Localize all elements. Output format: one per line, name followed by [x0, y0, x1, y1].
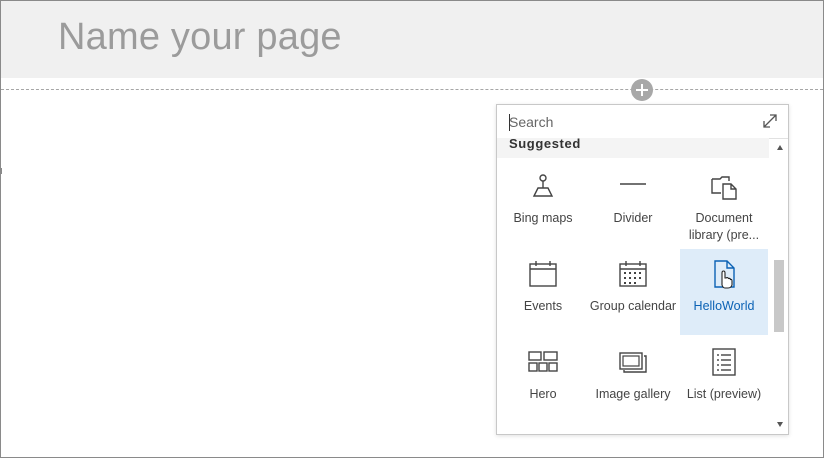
webpart-toolbox: Suggested Bing maps Divider Document lib…: [496, 104, 789, 435]
calendar-icon: [529, 261, 557, 287]
tile-list[interactable]: List (preview): [680, 337, 768, 423]
section-divider: [1, 89, 823, 90]
search-input[interactable]: [505, 111, 753, 133]
page-title[interactable]: Name your page: [58, 16, 342, 59]
scroll-up-icon[interactable]: [777, 145, 783, 150]
divider-icon: [620, 183, 646, 185]
tile-bing-maps[interactable]: Bing maps: [499, 161, 587, 247]
map-pin-icon: [532, 174, 554, 197]
left-edge-marker: [0, 168, 2, 174]
tile-group-calendar[interactable]: Group calendar: [589, 249, 677, 335]
group-calendar-icon: [619, 261, 647, 287]
text-caret: [509, 114, 510, 131]
tile-divider[interactable]: Divider: [589, 161, 677, 247]
tile-helloworld[interactable]: HelloWorld: [680, 249, 768, 335]
list-icon: [712, 348, 736, 376]
tile-label: Bing maps: [513, 211, 573, 225]
tile-label: List (preview): [686, 387, 762, 401]
add-section-icon[interactable]: [631, 79, 653, 101]
tile-hero[interactable]: Hero: [499, 337, 587, 423]
tile-document-library[interactable]: Document library (pre...: [680, 161, 768, 247]
tile-label: Events: [523, 299, 563, 313]
search-row: [497, 105, 788, 139]
tile-label: Divider: [613, 211, 653, 225]
document-icon: [714, 260, 735, 289]
tile-label: HelloWorld: [693, 299, 755, 313]
tile-image-gallery[interactable]: Image gallery: [589, 337, 677, 423]
image-gallery-icon: [619, 352, 647, 373]
scrollbar-thumb[interactable]: [774, 260, 784, 332]
tile-label: Image gallery: [595, 387, 671, 401]
tile-events[interactable]: Events: [499, 249, 587, 335]
tile-label: Group calendar: [589, 299, 677, 313]
tile-label: Hero: [529, 387, 557, 401]
scroll-down-icon[interactable]: [777, 422, 783, 427]
hero-layout-icon: [528, 351, 558, 372]
document-library-icon: [711, 176, 737, 200]
section-label: Suggested: [509, 136, 581, 151]
tile-label: Document library (pre...: [688, 211, 760, 242]
expand-icon[interactable]: [761, 112, 779, 130]
